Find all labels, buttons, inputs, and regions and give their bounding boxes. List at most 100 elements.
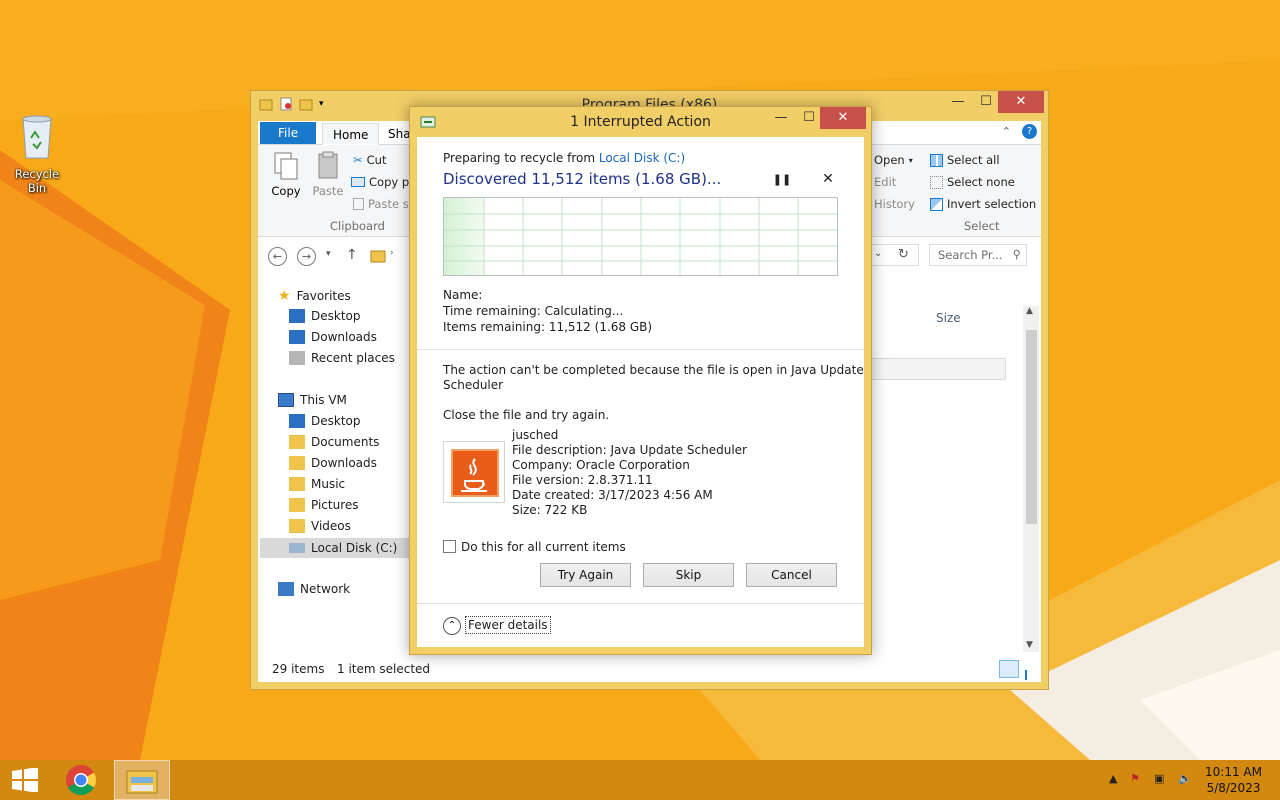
pictures-icon [289, 498, 305, 512]
select-none-label: Select none [947, 175, 1015, 189]
dialog-close-button[interactable]: ✕ [820, 107, 866, 129]
nav-vm-music-label: Music [311, 477, 346, 491]
action-center-icon[interactable]: ⚑ [1130, 772, 1140, 785]
do-this-for-all-label[interactable]: Do this for all current items [461, 540, 626, 554]
nav-fav-desktop[interactable]: Desktop [289, 309, 361, 323]
nav-fav-downloads[interactable]: Downloads [289, 330, 377, 344]
cut-button[interactable]: ✂ Cut [353, 153, 386, 167]
system-clock[interactable]: 10:11 AM 5/8/2023 [1205, 764, 1262, 796]
select-all-button[interactable]: Select all [930, 153, 1000, 167]
preparing-line: Preparing to recycle from Local Disk (C:… [443, 151, 685, 165]
java-app-icon [451, 449, 499, 497]
network-status-icon[interactable]: ▣ [1154, 772, 1164, 785]
column-header-size[interactable]: Size [936, 311, 961, 325]
paste-button[interactable]: Paste [308, 151, 348, 207]
downloads-icon [289, 456, 305, 470]
scroll-down-icon[interactable]: ▼ [1026, 640, 1033, 650]
file-explorer-taskbar-button[interactable] [114, 760, 170, 800]
history-button[interactable]: History [874, 197, 915, 211]
try-again-button[interactable]: Try Again [540, 563, 631, 587]
select-all-icon [930, 153, 943, 167]
tab-home[interactable]: Home [322, 123, 380, 145]
status-selected-count: 1 item selected [337, 662, 431, 676]
vertical-scrollbar[interactable]: ▲ ▼ [1023, 306, 1039, 652]
cancel-operation-button[interactable]: ✕ [818, 169, 838, 189]
minimize-button[interactable]: — [943, 91, 973, 113]
up-arrow-icon[interactable]: ↑ [346, 247, 358, 263]
maximize-button[interactable]: ☐ [971, 91, 1001, 113]
nav-vm-videos[interactable]: Videos [289, 519, 351, 533]
address-bar-end[interactable]: ⌄ ↻ [868, 244, 919, 266]
selected-file-row[interactable] [870, 358, 1006, 380]
file-name: jusched [512, 428, 559, 442]
help-icon[interactable]: ? [1022, 124, 1037, 139]
forward-button[interactable]: → [297, 247, 316, 266]
large-icons-view-button[interactable] [1021, 660, 1041, 680]
videos-icon [289, 519, 305, 533]
recent-places-icon [289, 351, 305, 365]
nav-recent-places[interactable]: Recent places [289, 351, 395, 365]
footer-divider [417, 603, 864, 604]
invert-selection-button[interactable]: Invert selection [930, 197, 1036, 211]
items-remaining: Items remaining: 11,512 (1.68 GB) [443, 320, 653, 334]
error-message-line2: Scheduler [443, 378, 504, 392]
nav-vm-pictures[interactable]: Pictures [289, 498, 359, 512]
nav-vm-music[interactable]: Music [289, 477, 345, 491]
address-dropdown-icon[interactable]: ⌄ [874, 248, 882, 259]
nav-vm-downloads[interactable]: Downloads [289, 456, 377, 470]
source-location-link[interactable]: Local Disk (C:) [599, 151, 685, 165]
chrome-taskbar-button[interactable] [56, 760, 112, 800]
chevron-up-icon[interactable]: ⌃ [443, 617, 461, 635]
fewer-details-toggle[interactable]: Fewer details [465, 616, 551, 634]
nav-vm-downloads-label: Downloads [311, 456, 377, 470]
volume-muted-icon[interactable]: 🔈 [1178, 772, 1192, 785]
select-none-button[interactable]: Select none [930, 175, 1015, 189]
recent-locations-icon[interactable]: ▾ [326, 249, 331, 259]
start-button[interactable] [0, 760, 56, 800]
tab-file[interactable]: File [260, 122, 317, 144]
nav-this-vm[interactable]: This VM [278, 393, 347, 407]
name-label: Name: [443, 288, 483, 302]
nav-vm-desktop[interactable]: Desktop [289, 414, 361, 428]
ribbon-collapse-icon[interactable]: ⌃ [1002, 125, 1011, 138]
windows-logo-icon [12, 768, 38, 792]
skip-button[interactable]: Skip [643, 563, 734, 587]
cancel-button[interactable]: Cancel [746, 563, 837, 587]
nav-this-vm-label: This VM [300, 393, 347, 407]
copy-icon [274, 152, 298, 180]
interrupted-action-dialog[interactable]: 1 Interrupted Action — ☐ ✕ Preparing to … [409, 106, 872, 655]
back-button[interactable]: ← [268, 247, 287, 266]
pause-button[interactable]: ❚❚ [772, 169, 792, 189]
copy-button[interactable]: Copy [266, 151, 306, 207]
scrollbar-thumb[interactable] [1026, 330, 1037, 524]
drive-icon [289, 543, 305, 553]
paste-shortcut-button[interactable]: Paste sh [353, 197, 416, 211]
nav-network[interactable]: Network [278, 582, 350, 596]
address-folder-icon [370, 250, 386, 263]
open-button[interactable]: Open ▾ [874, 153, 913, 167]
nav-local-disk-label: Local Disk (C:) [311, 541, 398, 555]
invert-selection-label: Invert selection [947, 197, 1037, 211]
details-view-button[interactable] [999, 660, 1019, 678]
dialog-titlebar[interactable]: 1 Interrupted Action — ☐ ✕ [410, 107, 871, 137]
nav-local-disk[interactable]: Local Disk (C:) [260, 538, 418, 558]
search-input[interactable]: Search Pr... ⚲ [929, 244, 1027, 266]
close-button[interactable]: ✕ [998, 91, 1044, 113]
address-chevron-icon: › [390, 248, 394, 258]
recycle-bin-shortcut[interactable]: Recycle Bin [4, 112, 70, 195]
navigation-pane: ★ Favorites Desktop Downloads Recent plac… [258, 274, 418, 654]
do-this-for-all-checkbox[interactable] [443, 540, 456, 553]
dialog-minimize-button[interactable]: — [766, 107, 796, 129]
nav-vm-videos-label: Videos [311, 519, 351, 533]
paste-shortcut-icon [353, 198, 364, 210]
copy-path-button[interactable]: Copy pa [351, 175, 416, 189]
show-hidden-icons-icon[interactable]: ▲ [1109, 772, 1117, 785]
edit-button[interactable]: Edit [874, 175, 896, 189]
nav-favorites[interactable]: ★ Favorites [278, 288, 351, 304]
recycle-bin-icon [22, 115, 52, 159]
scroll-up-icon[interactable]: ▲ [1026, 306, 1033, 316]
refresh-icon[interactable]: ↻ [898, 247, 909, 262]
nav-vm-documents-label: Documents [311, 435, 380, 449]
nav-vm-documents[interactable]: Documents [289, 435, 379, 449]
select-all-label: Select all [947, 153, 1000, 167]
